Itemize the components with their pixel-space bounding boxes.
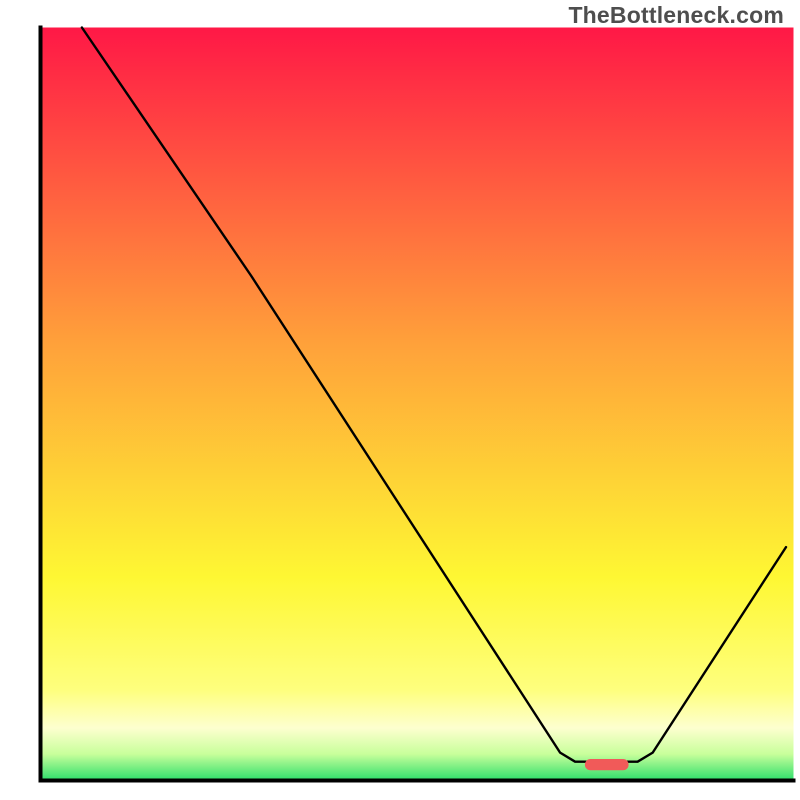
plot-background (41, 28, 794, 781)
chart-svg (0, 0, 800, 800)
marker-pill (585, 759, 629, 770)
chart-container: TheBottleneck.com (0, 0, 800, 800)
watermark-text: TheBottleneck.com (568, 2, 784, 29)
